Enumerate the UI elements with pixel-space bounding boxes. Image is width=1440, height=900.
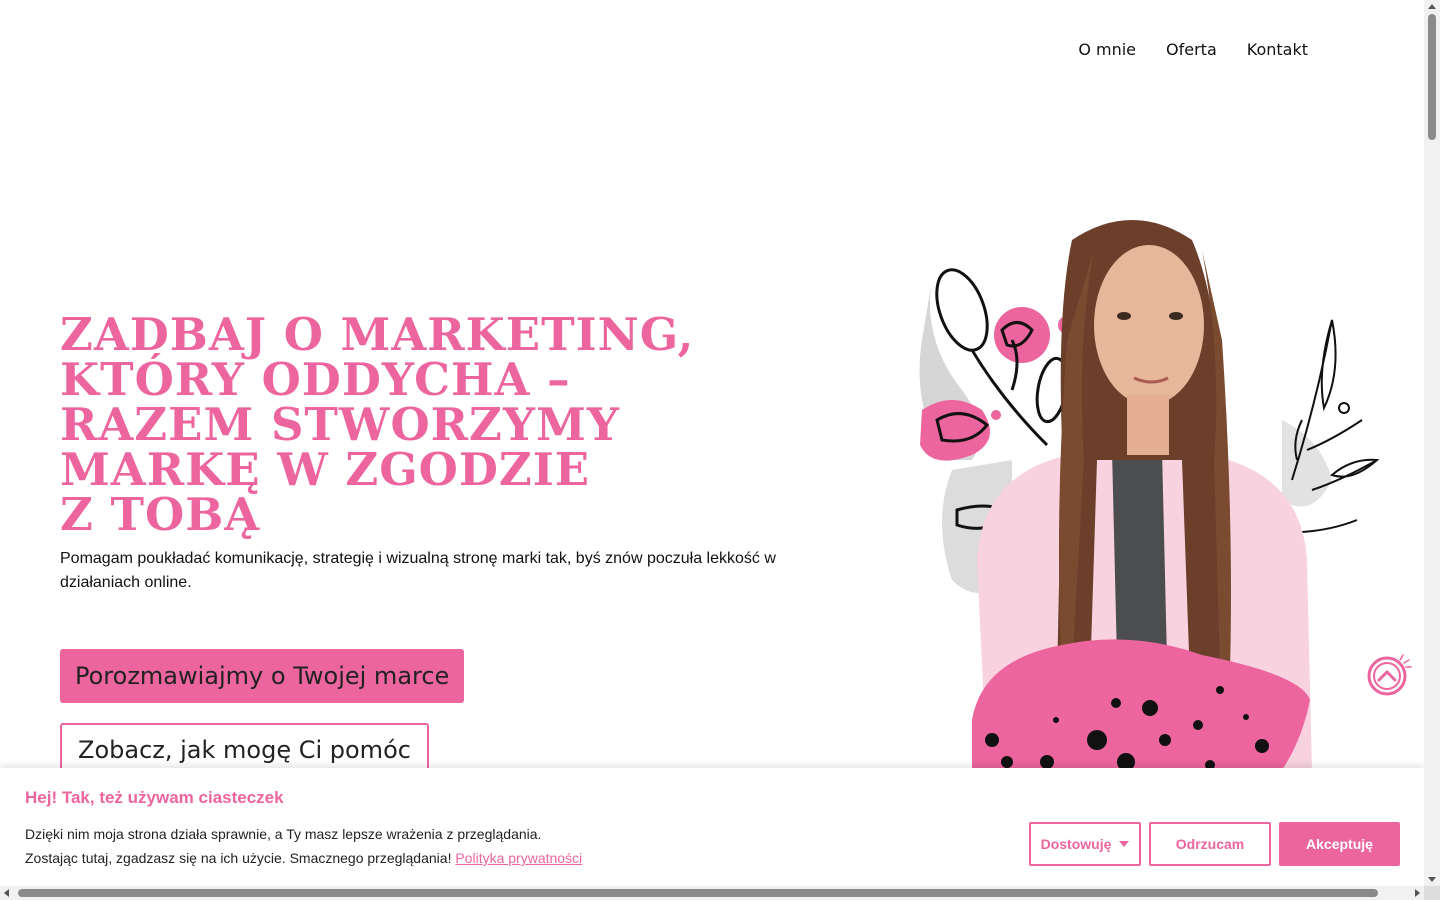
- hero-title-line: KTÓRY ODDYCHA –: [60, 353, 571, 406]
- vertical-scrollbar-thumb[interactable]: [1428, 14, 1436, 140]
- hero-title-line: ZADBAJ O MARKETING,: [60, 308, 695, 361]
- scrollbar-corner: [1424, 886, 1440, 900]
- main-nav: O mnie Oferta Kontakt: [1078, 40, 1308, 59]
- customize-cookies-button[interactable]: Dostowuję: [1029, 822, 1141, 866]
- hero-title-line: MARKĘ W ZGODZIE: [60, 443, 591, 496]
- scroll-down-arrow-icon[interactable]: [1428, 877, 1436, 882]
- hero-title: ZADBAJ O MARKETING, KTÓRY ODDYCHA – RAZE…: [60, 312, 760, 537]
- hero-portrait-image: [919, 220, 1380, 770]
- talk-about-brand-button[interactable]: Porozmawiajmy o Twojej marce: [60, 649, 465, 703]
- cookie-text-line-2: Zostając tutaj, zgadzasz się na ich użyc…: [25, 850, 452, 866]
- hero-title-line: Z TOBĄ: [60, 488, 261, 541]
- scroll-right-arrow-icon[interactable]: [1415, 889, 1420, 897]
- horizontal-scrollbar-thumb[interactable]: [18, 889, 1378, 897]
- privacy-policy-link[interactable]: Polityka prywatności: [455, 850, 582, 866]
- hero-subtitle: Pomagam poukładać komunikację, strategię…: [60, 550, 776, 591]
- cookie-text: Dzięki nim moja strona działa sprawnie, …: [25, 822, 582, 870]
- scroll-up-arrow-icon[interactable]: [1428, 4, 1436, 9]
- vertical-scrollbar[interactable]: [1424, 0, 1440, 886]
- cookie-banner: Hej! Tak, też używam ciasteczek Dzięki n…: [0, 768, 1424, 886]
- cookie-text-line: Zostając tutaj, zgadzasz się na ich użyc…: [25, 846, 582, 870]
- nav-item-kontakt[interactable]: Kontakt: [1247, 40, 1308, 59]
- scroll-left-arrow-icon[interactable]: [4, 889, 9, 897]
- scroll-to-top-button[interactable]: [1366, 650, 1414, 698]
- caret-down-icon: [1119, 841, 1130, 847]
- hero-title-line: RAZEM STWORZYMY: [60, 398, 620, 451]
- cookie-text-line: Dzięki nim moja strona działa sprawnie, …: [25, 826, 542, 842]
- accept-cookies-button[interactable]: Akceptuję: [1279, 822, 1400, 866]
- nav-item-oferta[interactable]: Oferta: [1166, 40, 1217, 59]
- reject-cookies-button[interactable]: Odrzucam: [1149, 822, 1271, 866]
- cookie-title: Hej! Tak, też używam ciasteczek: [25, 788, 284, 807]
- nav-item-o-mnie[interactable]: O mnie: [1078, 40, 1136, 59]
- horizontal-scrollbar[interactable]: [0, 886, 1424, 900]
- customize-cookies-label: Dostowuję: [1040, 836, 1112, 852]
